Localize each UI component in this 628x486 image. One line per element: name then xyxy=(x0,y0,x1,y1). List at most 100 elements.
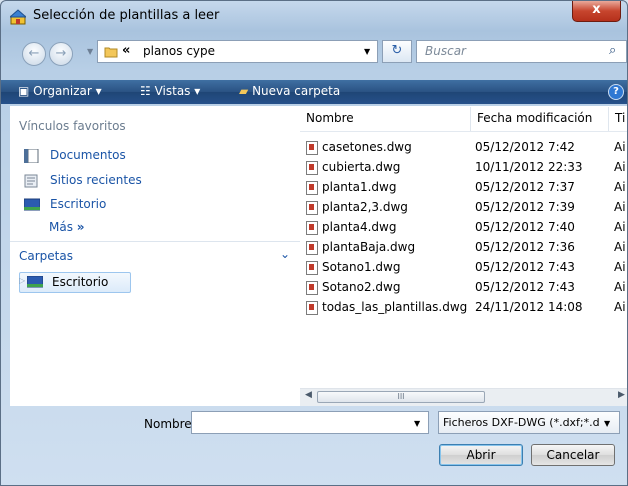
back-button[interactable]: ← xyxy=(22,42,46,66)
file-open-dialog: Selección de plantillas a leer x ← → ▼ «… xyxy=(0,0,628,486)
file-type: Ai xyxy=(614,140,626,154)
horizontal-scrollbar[interactable]: ◀ III ▶ xyxy=(300,388,627,406)
dwg-file-icon xyxy=(306,180,318,195)
views-menu[interactable]: ☷ Vistas ▾ xyxy=(140,84,200,98)
file-type-filter[interactable]: Ficheros DXF-DWG (*.dxf;*.d xyxy=(438,411,620,434)
search-box[interactable]: Buscar ⌕ xyxy=(416,40,627,63)
new-folder-button[interactable]: ▰ Nueva carpeta xyxy=(239,84,340,98)
chevron-down-icon[interactable]: ⌄ xyxy=(280,247,290,261)
new-folder-label: Nueva carpeta xyxy=(252,84,341,98)
new-folder-icon: ▰ xyxy=(239,84,249,98)
file-name: casetones.dwg xyxy=(322,140,412,154)
recent-places-icon xyxy=(24,174,38,187)
file-row[interactable]: planta1.dwg 05/12/2012 7:37 Ai xyxy=(300,177,627,197)
file-type: Ai xyxy=(614,300,626,314)
file-name-cell: todas_las_plantillas.dwg xyxy=(306,300,467,315)
dwg-file-icon xyxy=(306,260,318,275)
file-row[interactable]: planta2,3.dwg 05/12/2012 7:39 Ai xyxy=(300,197,627,217)
organize-icon: ▣ xyxy=(18,84,30,98)
scroll-right-arrow-icon[interactable]: ▶ xyxy=(618,390,625,400)
favorites-header: Vínculos favoritos xyxy=(19,119,126,133)
file-name-cell: planta1.dwg xyxy=(306,180,396,195)
file-type: Ai xyxy=(614,200,626,214)
file-name: Sotano2.dwg xyxy=(322,280,401,294)
folders-header[interactable]: Carpetas xyxy=(19,249,73,263)
forward-button[interactable]: → xyxy=(49,42,73,66)
tree-item-label: Escritorio xyxy=(52,275,109,289)
column-header-type[interactable]: Ti xyxy=(609,107,627,131)
close-button[interactable]: x xyxy=(572,1,621,22)
dwg-file-icon xyxy=(306,240,318,255)
recent-pages-dropdown-icon[interactable]: ▼ xyxy=(87,47,93,56)
favorite-documents[interactable]: Documentos xyxy=(24,148,126,166)
filename-label: Nombre: xyxy=(144,417,196,431)
nav-divider xyxy=(10,241,300,242)
folder-icon xyxy=(104,47,118,58)
scroll-left-arrow-icon[interactable]: ◀ xyxy=(305,390,312,400)
file-name: planta1.dwg xyxy=(322,180,397,194)
file-date: 24/11/2012 14:08 xyxy=(475,300,583,314)
help-icon[interactable]: ? xyxy=(608,84,624,100)
file-row[interactable]: cubierta.dwg 10/11/2012 22:33 Ai xyxy=(300,157,627,177)
file-date: 05/12/2012 7:40 xyxy=(475,220,575,234)
search-placeholder: Buscar xyxy=(425,44,466,58)
filter-dropdown-icon[interactable]: ▼ xyxy=(604,419,610,428)
file-name-cell: planta4.dwg xyxy=(306,220,396,235)
file-type: Ai xyxy=(614,240,626,254)
expand-arrow-icon[interactable]: ▷ xyxy=(19,276,25,285)
grip-icon: III xyxy=(397,392,405,401)
file-name: Sotano1.dwg xyxy=(322,260,401,274)
file-row[interactable]: plantaBaja.dwg 05/12/2012 7:36 Ai xyxy=(300,237,627,257)
back-arrow-icon: ← xyxy=(28,46,40,61)
more-label: Más xyxy=(49,220,73,234)
navigation-pane: Vínculos favoritos Documentos Sitios rec… xyxy=(10,106,301,406)
file-name-cell: plantaBaja.dwg xyxy=(306,240,415,255)
file-date: 05/12/2012 7:36 xyxy=(475,240,575,254)
title-bar[interactable]: Selección de plantillas a leer x xyxy=(1,1,627,31)
tree-item-desktop[interactable]: ▷ Escritorio xyxy=(19,272,131,293)
organize-menu[interactable]: ▣ Organizar ▾ xyxy=(18,84,102,98)
more-favorites-link[interactable]: Más » xyxy=(49,220,85,234)
window-title: Selección de plantillas a leer xyxy=(33,8,220,23)
favorite-desktop[interactable]: Escritorio xyxy=(24,197,106,215)
file-date: 05/12/2012 7:37 xyxy=(475,180,575,194)
breadcrumb-overflow[interactable]: « xyxy=(122,43,130,58)
open-button[interactable]: Abrir xyxy=(439,444,523,466)
column-header-name[interactable]: Nombre xyxy=(300,107,471,131)
file-name-cell: planta2,3.dwg xyxy=(306,200,408,215)
organize-label: Organizar xyxy=(33,84,92,98)
favorite-label: Escritorio xyxy=(50,197,107,211)
file-name-cell: cubierta.dwg xyxy=(306,160,400,175)
column-header-date[interactable]: Fecha modificación xyxy=(471,107,609,131)
filename-input[interactable] xyxy=(191,411,429,434)
cancel-button[interactable]: Cancelar xyxy=(531,444,615,466)
file-name: cubierta.dwg xyxy=(322,160,401,174)
favorite-recent-places[interactable]: Sitios recientes xyxy=(24,173,142,191)
file-row[interactable]: casetones.dwg 05/12/2012 7:42 Ai xyxy=(300,137,627,157)
chevron-down-icon: ▾ xyxy=(194,84,201,98)
dwg-file-icon xyxy=(306,200,318,215)
desktop-icon xyxy=(24,198,40,210)
chevron-down-icon: ▾ xyxy=(95,84,102,98)
file-type: Ai xyxy=(614,180,626,194)
favorite-label: Sitios recientes xyxy=(50,173,142,187)
file-name-cell: Sotano2.dwg xyxy=(306,280,400,295)
search-icon[interactable]: ⌕ xyxy=(609,43,616,58)
refresh-button[interactable]: ↻ xyxy=(382,40,412,63)
filename-dropdown-icon[interactable]: ▼ xyxy=(414,419,420,428)
file-type: Ai xyxy=(614,280,626,294)
address-bar[interactable]: « planos cype ▼ xyxy=(97,40,378,63)
file-row[interactable]: todas_las_plantillas.dwg 24/11/2012 14:0… xyxy=(300,297,627,317)
dwg-file-icon xyxy=(306,160,318,175)
file-row[interactable]: planta4.dwg 05/12/2012 7:40 Ai xyxy=(300,217,627,237)
file-row[interactable]: Sotano1.dwg 05/12/2012 7:43 Ai xyxy=(300,257,627,277)
dwg-file-icon xyxy=(306,280,318,295)
file-name: planta4.dwg xyxy=(322,220,397,234)
file-list: Nombre Fecha modificación Ti casetones.d… xyxy=(300,106,627,406)
scrollbar-thumb[interactable]: III xyxy=(317,391,485,403)
breadcrumb-current-folder[interactable]: planos cype xyxy=(143,44,215,58)
views-icon: ☷ xyxy=(140,84,151,98)
file-date: 05/12/2012 7:42 xyxy=(475,140,575,154)
file-row[interactable]: Sotano2.dwg 05/12/2012 7:43 Ai xyxy=(300,277,627,297)
address-dropdown-icon[interactable]: ▼ xyxy=(364,47,370,56)
